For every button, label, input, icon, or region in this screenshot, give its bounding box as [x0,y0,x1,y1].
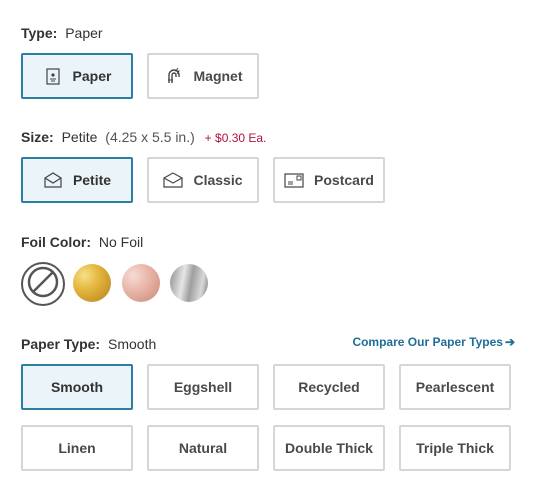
size-option-petite[interactable]: Petite [21,157,133,203]
type-option-label: Magnet [193,68,243,84]
paper-option-eggshell[interactable]: Eggshell [147,364,259,410]
paper-option-triple-thick[interactable]: Triple Thick [399,425,511,471]
paper-type-heading: Paper Type: Smooth [21,336,156,352]
paper-option-label: Natural [178,440,228,456]
size-option-label: Classic [193,172,243,188]
compare-link-label: Compare Our Paper Types [352,335,503,349]
size-option-label: Petite [72,172,112,188]
paper-option-label: Recycled [298,379,360,395]
paper-option-label: Double Thick [285,440,373,456]
size-value: Petite [61,129,98,145]
size-option-classic[interactable]: Classic [147,157,259,203]
foil-swatch-none[interactable] [21,262,65,306]
paper-option-label: Smooth [50,379,104,395]
type-option-label: Paper [72,68,112,84]
foil-swatch-rose-gold[interactable] [122,264,160,302]
size-heading: Size: Petite (4.25 x 5.5 in.) + $0.30 Ea… [21,129,266,145]
paper-option-recycled[interactable]: Recycled [273,364,385,410]
size-option-postcard[interactable]: Postcard [273,157,385,203]
foil-value: No Foil [98,234,144,250]
size-price: + $0.30 Ea. [204,131,267,145]
size-label: Size: [21,129,54,145]
type-option-paper[interactable]: Paper [21,53,133,99]
foil-label: Foil Color: [21,234,91,250]
postcard-icon [284,170,304,190]
type-heading: Type: Paper [21,25,103,41]
paper-option-label: Eggshell [173,379,233,395]
paper-type-label: Paper Type: [21,336,101,352]
paper-option-label: Pearlescent [415,379,495,395]
envelope-icon [163,170,184,190]
size-option-label: Postcard [314,172,374,188]
compare-paper-types-link[interactable]: Compare Our Paper Types ➔ [352,335,515,349]
type-option-magnet[interactable]: Magnet [147,53,259,99]
arrow-right-icon: ➔ [504,335,515,349]
size-dimensions: (4.25 x 5.5 in.) [105,129,195,145]
paper-option-double-thick[interactable]: Double Thick [273,425,385,471]
type-label: Type: [21,25,58,41]
paper-card-icon [43,66,63,86]
paper-option-label: Linen [58,440,96,456]
foil-swatch-gold[interactable] [73,264,111,302]
type-value: Paper [65,25,103,41]
foil-heading: Foil Color: No Foil [21,234,143,250]
magnet-icon [164,66,184,86]
no-foil-icon [26,265,60,304]
paper-option-label: Triple Thick [416,440,494,456]
paper-option-smooth[interactable]: Smooth [21,364,133,410]
envelope-icon [43,170,63,190]
paper-option-pearlescent[interactable]: Pearlescent [399,364,511,410]
foil-swatch-silver[interactable] [170,264,208,302]
paper-option-natural[interactable]: Natural [147,425,259,471]
paper-type-value: Smooth [108,336,157,352]
paper-option-linen[interactable]: Linen [21,425,133,471]
